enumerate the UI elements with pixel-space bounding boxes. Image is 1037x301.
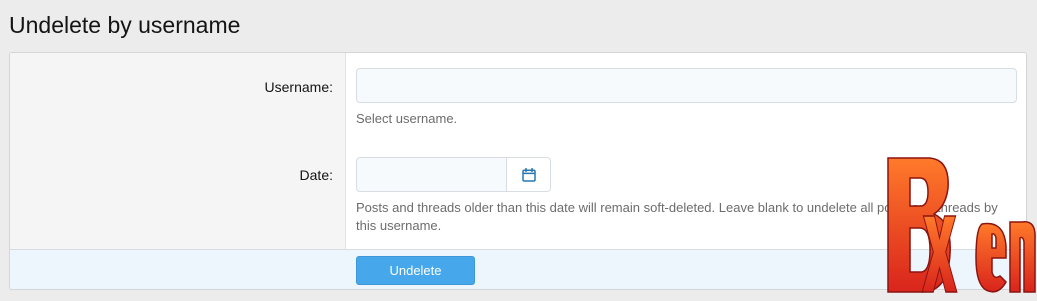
submit-row: Undelete (10, 249, 1026, 289)
username-input[interactable] (356, 68, 1017, 103)
date-explain: Posts and threads older than this date w… (356, 200, 998, 233)
undelete-form: Username: Select username. Date: Posts a… (9, 52, 1027, 290)
date-label: Date: (299, 167, 333, 183)
undelete-button[interactable]: Undelete (356, 256, 475, 285)
calendar-icon (521, 167, 536, 182)
page-title: Undelete by username (9, 12, 241, 38)
date-picker-button[interactable] (506, 158, 550, 191)
date-input[interactable] (357, 158, 507, 191)
date-input-group (356, 157, 551, 192)
username-explain: Select username. (356, 111, 458, 126)
username-label: Username: (264, 79, 333, 95)
